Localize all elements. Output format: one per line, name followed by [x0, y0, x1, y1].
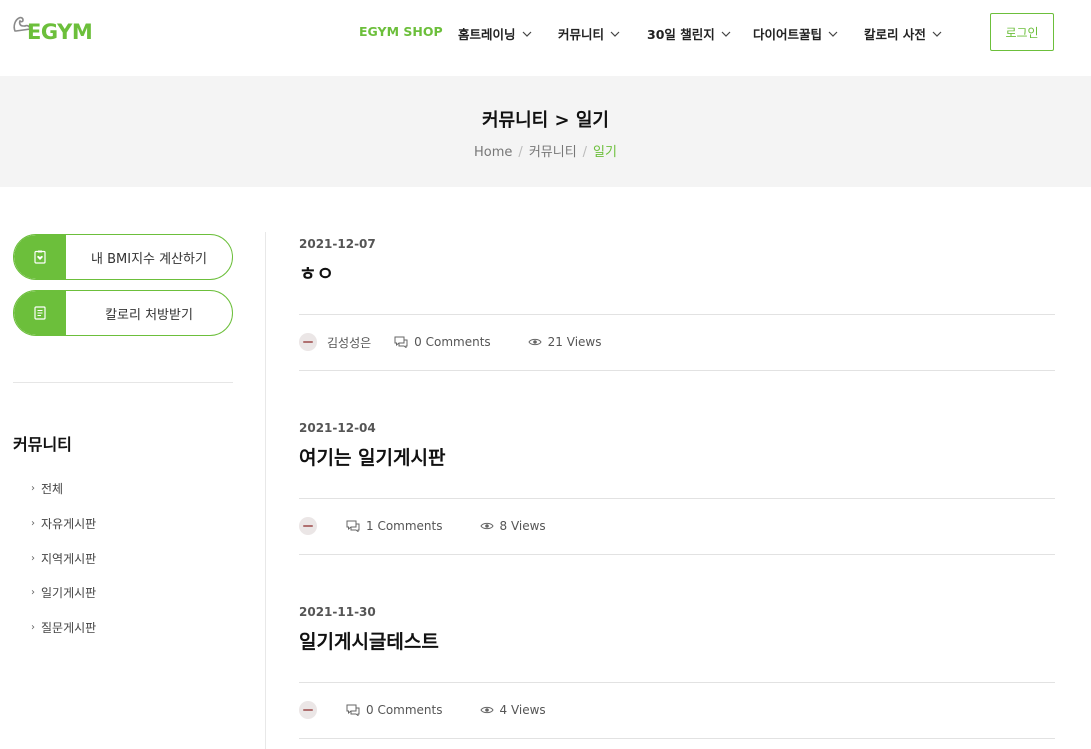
bmi-calculator-button[interactable]: 내 BMI지수 계산하기	[13, 234, 233, 280]
post-author[interactable]: 김성성은	[327, 334, 371, 351]
divider	[299, 554, 1055, 555]
sidebar-item-free-board[interactable]: › 자유게시판	[31, 515, 96, 532]
comments-icon	[394, 336, 408, 348]
nav-label: 홈트레이닝	[458, 27, 516, 42]
login-button[interactable]: 로그인	[990, 13, 1054, 51]
nav-community[interactable]: 커뮤니티	[558, 24, 620, 43]
chevron-right-icon: ›	[31, 518, 35, 529]
post-comments[interactable]: 0 Comments	[346, 703, 443, 717]
views-count: 8 Views	[499, 519, 546, 533]
post-title-link[interactable]: 여기는 일기게시판	[299, 443, 445, 470]
page-title: 커뮤니티 > 일기	[482, 110, 609, 131]
egym-logo[interactable]: EGYM	[12, 14, 102, 48]
post-title-link[interactable]: 일기게시글테스트	[299, 627, 439, 654]
sidebar-item-question-board[interactable]: › 질문게시판	[31, 619, 96, 636]
eye-icon	[479, 522, 494, 530]
chevron-down-icon	[828, 31, 838, 37]
post-date: 2021-11-30	[299, 605, 376, 619]
sidebar-item-diary-board[interactable]: › 일기게시판	[31, 584, 96, 601]
post-views: 4 Views	[479, 703, 546, 717]
nav-label: 다이어트꿀팁	[753, 27, 823, 42]
post-date: 2021-12-04	[299, 421, 376, 435]
sidebar-item-all[interactable]: › 전체	[31, 480, 63, 497]
post-views: 21 Views	[528, 335, 602, 349]
breadcrumb-community[interactable]: 커뮤니티	[529, 145, 577, 160]
sidebar-divider	[13, 382, 233, 383]
breadcrumb: Home / 커뮤니티 / 일기	[0, 141, 1091, 160]
views-count: 4 Views	[499, 703, 546, 717]
comments-icon	[346, 704, 360, 716]
chevron-down-icon	[610, 31, 620, 37]
eye-icon	[479, 706, 494, 714]
nav-home-training[interactable]: 홈트레이닝	[458, 24, 532, 43]
chevron-down-icon	[932, 31, 942, 37]
chevron-right-icon: ›	[31, 587, 35, 598]
clipboard-heart-icon	[14, 235, 66, 279]
post-title-link[interactable]: ㅎㅇ	[299, 259, 334, 286]
divider	[299, 370, 1055, 371]
nav-30day-challenge[interactable]: 30일 챌린지	[647, 24, 731, 43]
post-meta: 0 Comments 4 Views	[299, 700, 546, 720]
sidebar-heading: 커뮤니티	[13, 435, 72, 454]
sidebar-item-label: 지역게시판	[41, 552, 97, 566]
nav-diet-tips[interactable]: 다이어트꿀팁	[753, 24, 838, 43]
divider	[299, 314, 1055, 315]
breadcrumb-current: 일기	[593, 145, 617, 160]
logo-text: EGYM	[27, 20, 93, 44]
calorie-button-label: 칼로리 처방받기	[105, 307, 193, 323]
sidebar-item-local-board[interactable]: › 지역게시판	[31, 550, 96, 567]
content-divider	[265, 232, 266, 749]
sidebar-item-label: 전체	[41, 482, 64, 496]
sidebar-item-label: 자유게시판	[41, 517, 97, 531]
avatar	[299, 701, 317, 719]
comments-icon	[346, 520, 360, 532]
divider	[299, 498, 1055, 499]
post-meta: 김성성은 0 Comments 21 Views	[299, 332, 601, 352]
eye-icon	[528, 338, 542, 346]
chevron-right-icon: ›	[31, 553, 35, 564]
post-views: 8 Views	[479, 519, 546, 533]
calorie-prescription-button[interactable]: 칼로리 처방받기	[13, 290, 233, 336]
chevron-down-icon	[522, 31, 531, 37]
post-comments[interactable]: 1 Comments	[346, 519, 443, 533]
breadcrumb-home[interactable]: Home	[474, 145, 512, 160]
page-banner: 커뮤니티 > 일기 Home / 커뮤니티 / 일기	[0, 76, 1091, 187]
chevron-down-icon	[721, 31, 731, 37]
nav-label: EGYM SHOP	[359, 24, 443, 39]
divider	[299, 738, 1055, 739]
comments-count: 0 Comments	[366, 703, 443, 717]
sidebar-item-label: 일기게시판	[41, 586, 97, 600]
divider	[299, 682, 1055, 683]
site-header: EGYM EGYM SHOP 홈트레이닝 커뮤니티 30일 챌린지 다이어트꿀팁…	[0, 0, 1091, 76]
nav-label: 칼로리 사전	[864, 27, 926, 42]
comments-count: 0 Comments	[414, 335, 491, 349]
breadcrumb-separator: /	[518, 145, 523, 160]
breadcrumb-separator: /	[582, 145, 588, 160]
nav-label: 30일 챌린지	[647, 27, 715, 42]
comments-count: 1 Comments	[366, 519, 443, 533]
avatar	[299, 333, 317, 351]
post-meta: 1 Comments 8 Views	[299, 516, 546, 536]
chevron-right-icon: ›	[31, 622, 35, 633]
nav-label: 커뮤니티	[558, 27, 605, 42]
nav-calorie-dictionary[interactable]: 칼로리 사전	[864, 24, 942, 43]
post-date: 2021-12-07	[299, 237, 376, 251]
views-count: 21 Views	[547, 335, 602, 349]
chevron-right-icon: ›	[31, 483, 35, 494]
nav-egym-shop[interactable]: EGYM SHOP	[359, 24, 443, 39]
bmi-button-label: 내 BMI지수 계산하기	[91, 251, 207, 267]
sidebar-item-label: 질문게시판	[41, 621, 97, 635]
document-icon	[14, 291, 66, 335]
avatar	[299, 517, 317, 535]
post-comments[interactable]: 0 Comments	[394, 335, 491, 349]
